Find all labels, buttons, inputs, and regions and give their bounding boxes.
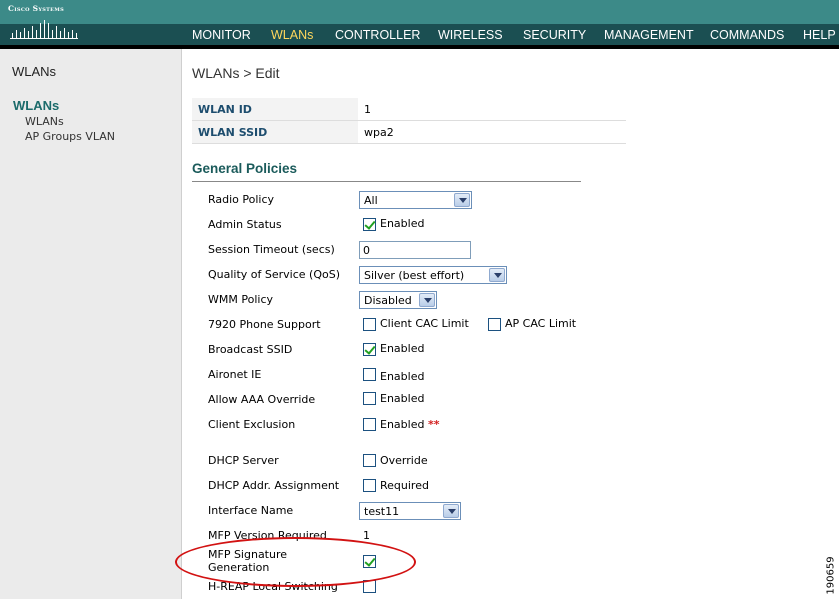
qos-label: Quality of Service (QoS) — [208, 268, 341, 281]
dhcp-server-text: Override — [380, 454, 428, 467]
wmm-policy-select[interactable]: Disabled — [359, 291, 437, 309]
phone-support-label: 7920 Phone Support — [208, 318, 321, 331]
qos-value: Silver (best effort) — [364, 269, 465, 282]
aaa-override-text: Enabled — [380, 392, 425, 405]
radio-policy-select[interactable]: All — [359, 191, 472, 209]
nav-commands[interactable]: COMMANDS — [710, 28, 784, 42]
chevron-down-icon — [454, 193, 470, 207]
radio-policy-value: All — [364, 194, 378, 207]
sidebar-title: WLANs — [12, 64, 57, 79]
wmm-policy-label: WMM Policy — [208, 293, 273, 306]
aironet-ie-checkbox[interactable] — [363, 368, 376, 381]
page-title: WLANs > Edit — [192, 65, 280, 81]
highlight-ellipse — [175, 537, 416, 587]
aironet-ie-text: Enabled — [380, 370, 425, 383]
sidebar-section-wlans[interactable]: WLANs — [13, 98, 59, 113]
client-exclusion-enabled: Enabled — [380, 418, 425, 431]
figure-id: 190659 — [822, 556, 837, 594]
header-top-bar — [0, 0, 839, 24]
admin-status-text: Enabled — [380, 217, 425, 230]
figure-id-text: 190659 — [825, 556, 837, 595]
wlan-id-label: WLAN ID — [192, 98, 358, 120]
logo-text: Cisco Systems — [8, 4, 65, 13]
sidebar-item-ap-groups-vlan[interactable]: AP Groups VLAN — [25, 130, 115, 143]
client-exclusion-checkbox[interactable] — [363, 418, 376, 431]
nav-management[interactable]: MANAGEMENT — [604, 28, 694, 42]
footnote-marker: ** — [427, 418, 440, 431]
chevron-down-icon — [443, 504, 459, 518]
wlan-id-table: WLAN ID 1 WLAN SSID wpa2 — [192, 98, 626, 144]
broadcast-ssid-text: Enabled — [380, 342, 425, 355]
ap-cac-checkbox[interactable] — [488, 318, 501, 331]
interface-name-select[interactable]: test11 — [359, 502, 461, 520]
interface-name-label: Interface Name — [208, 504, 294, 517]
sidebar-item-wlans[interactable]: WLANs — [25, 115, 64, 128]
sidebar: WLANs WLANs WLANs AP Groups VLAN — [0, 49, 182, 599]
chevron-down-icon — [489, 268, 505, 282]
dhcp-server-label: DHCP Server — [208, 454, 279, 467]
client-exclusion-text: Enabled ** — [380, 418, 439, 431]
cisco-bridge-icon — [10, 20, 78, 39]
wlan-ssid-row: WLAN SSID wpa2 — [192, 121, 626, 144]
session-timeout-input[interactable]: 0 — [359, 241, 471, 259]
dhcp-assignment-text: Required — [380, 479, 429, 492]
nav-controller[interactable]: CONTROLLER — [335, 28, 420, 42]
dhcp-assignment-label: DHCP Addr. Assignment — [208, 479, 340, 492]
wlan-id-value: 1 — [364, 103, 371, 116]
interface-name-value: test11 — [364, 505, 400, 518]
broadcast-ssid-label: Broadcast SSID — [208, 343, 293, 356]
cisco-logo: Cisco Systems — [8, 4, 80, 42]
session-timeout-label: Session Timeout (secs) — [208, 243, 335, 256]
chevron-down-icon — [419, 293, 435, 307]
client-cac-text: Client CAC Limit — [380, 317, 469, 330]
ap-cac-text: AP CAC Limit — [505, 317, 577, 330]
general-policies-heading: General Policies — [192, 161, 581, 182]
aaa-override-checkbox[interactable] — [363, 392, 376, 405]
radio-policy-label: Radio Policy — [208, 193, 275, 206]
aironet-ie-label: Aironet IE — [208, 368, 262, 381]
aaa-override-label: Allow AAA Override — [208, 393, 316, 406]
wlan-id-row: WLAN ID 1 — [192, 98, 626, 121]
nav-security[interactable]: SECURITY — [523, 28, 586, 42]
client-cac-checkbox[interactable] — [363, 318, 376, 331]
admin-status-checkbox[interactable] — [363, 218, 376, 231]
client-exclusion-label: Client Exclusion — [208, 418, 296, 431]
mfp-version-value: 1 — [363, 529, 370, 542]
wlan-ssid-value: wpa2 — [364, 126, 394, 139]
nav-help[interactable]: HELP — [803, 28, 836, 42]
wlan-ssid-label: WLAN SSID — [192, 121, 358, 143]
nav-wlans[interactable]: WLANs — [271, 28, 313, 42]
admin-status-label: Admin Status — [208, 218, 282, 231]
dhcp-assignment-checkbox[interactable] — [363, 479, 376, 492]
dhcp-server-checkbox[interactable] — [363, 454, 376, 467]
nav-monitor[interactable]: MONITOR — [192, 28, 251, 42]
qos-select[interactable]: Silver (best effort) — [359, 266, 507, 284]
nav-wireless[interactable]: WIRELESS — [438, 28, 503, 42]
wmm-policy-value: Disabled — [364, 294, 412, 307]
broadcast-ssid-checkbox[interactable] — [363, 343, 376, 356]
